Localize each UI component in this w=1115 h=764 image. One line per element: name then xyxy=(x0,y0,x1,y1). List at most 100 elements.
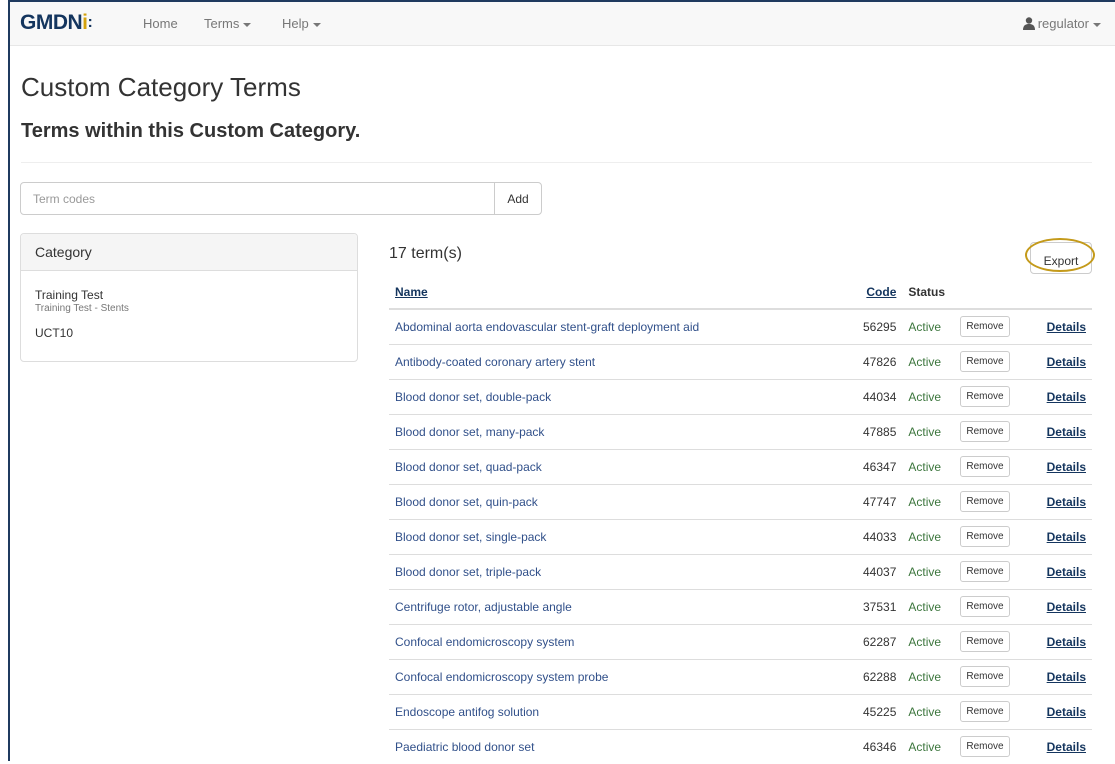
term-status: Active xyxy=(902,343,955,379)
term-code: 37531 xyxy=(857,588,903,624)
details-link[interactable]: Details xyxy=(1047,425,1086,439)
table-header-row: Name Code Status xyxy=(389,276,1092,310)
remove-button[interactable]: Remove xyxy=(960,316,1010,338)
remove-button[interactable]: Remove xyxy=(960,526,1010,547)
term-code: 44034 xyxy=(857,378,903,414)
term-status: Active xyxy=(902,448,955,484)
term-status: Active xyxy=(902,658,955,694)
sort-by-code-link[interactable]: Code xyxy=(866,285,896,299)
table-row: Centrifuge rotor, adjustable angle 37531 A… xyxy=(389,588,1092,624)
nav-terms-dropdown[interactable]: Terms xyxy=(204,16,252,31)
remove-button[interactable]: Remove xyxy=(960,596,1010,617)
table-row: Endoscope antifog solution 45225 Active Rem… xyxy=(389,693,1092,729)
remove-cell: Remove xyxy=(954,378,1019,414)
details-link[interactable]: Details xyxy=(1047,670,1086,684)
nav-help-label: Help xyxy=(282,16,309,31)
term-code: 45225 xyxy=(857,693,903,729)
details-link[interactable]: Details xyxy=(1047,460,1086,474)
remove-button[interactable]: Remove xyxy=(960,561,1010,582)
category-panel-body: Training Test Training Test - Stents UCT… xyxy=(21,271,357,354)
category-panel-heading: Category xyxy=(21,234,357,271)
column-header-code[interactable]: Code xyxy=(857,276,903,310)
remove-button[interactable]: Remove xyxy=(960,421,1010,442)
brand-dots: : xyxy=(87,14,93,31)
details-link[interactable]: Details xyxy=(1047,740,1086,754)
category-subtitle: Training Test - Stents xyxy=(35,303,129,314)
brand-accent: i xyxy=(82,11,88,34)
table-row: Confocal endomicroscopy system 62287 Activ… xyxy=(389,623,1092,659)
term-name: Confocal endomicroscopy system xyxy=(389,623,857,659)
table-row: Blood donor set, quad-pack 46347 Active Rem… xyxy=(389,448,1092,484)
details-cell: Details xyxy=(1018,378,1092,414)
remove-button[interactable]: Remove xyxy=(960,386,1010,407)
navbar: GMDNi: Home Terms Help regulator xyxy=(10,2,1115,46)
details-link[interactable]: Details xyxy=(1047,635,1086,649)
details-link[interactable]: Details xyxy=(1047,495,1086,509)
term-name: Abdominal aorta endovascular stent-graft… xyxy=(389,308,857,344)
brand-text: GMDN xyxy=(20,11,83,34)
column-header-name[interactable]: Name xyxy=(389,276,857,310)
table-row: Blood donor set, many-pack 47885 Active Rem… xyxy=(389,413,1092,449)
term-name: Endoscope antifog solution xyxy=(389,693,857,729)
remove-button[interactable]: Remove xyxy=(960,631,1010,652)
remove-button[interactable]: Remove xyxy=(960,351,1010,372)
category-name: Training Test xyxy=(35,288,104,302)
nav-help-dropdown[interactable]: Help xyxy=(282,16,321,31)
remove-cell: Remove xyxy=(954,413,1019,449)
details-link[interactable]: Details xyxy=(1047,600,1086,614)
table-row: Blood donor set, triple-pack 44037 Active R… xyxy=(389,553,1092,589)
remove-cell: Remove xyxy=(954,343,1019,379)
term-name: Blood donor set, single-pack xyxy=(389,518,857,554)
table-row: Blood donor set, double-pack 44034 Active R… xyxy=(389,378,1092,414)
remove-cell: Remove xyxy=(954,588,1019,624)
remove-cell: Remove xyxy=(954,483,1019,519)
details-link[interactable]: Details xyxy=(1047,565,1086,579)
remove-button[interactable]: Remove xyxy=(960,666,1010,687)
details-link[interactable]: Details xyxy=(1047,355,1086,369)
user-menu-dropdown[interactable]: regulator xyxy=(1022,16,1101,31)
remove-button[interactable]: Remove xyxy=(960,456,1010,477)
term-code: 46346 xyxy=(857,728,903,764)
divider xyxy=(21,162,1092,163)
details-link[interactable]: Details xyxy=(1047,320,1086,334)
term-code: 44033 xyxy=(857,518,903,554)
table-row: Antibody-coated coronary artery stent 478… xyxy=(389,343,1092,379)
details-link[interactable]: Details xyxy=(1047,705,1086,719)
remove-cell: Remove xyxy=(954,553,1019,589)
nav-home-link[interactable]: Home xyxy=(143,16,178,31)
term-name: Antibody-coated coronary artery stent xyxy=(389,343,857,379)
user-icon xyxy=(1022,17,1035,30)
remove-cell: Remove xyxy=(954,728,1019,764)
column-header-status: Status xyxy=(902,276,955,310)
table-row: Blood donor set, single-pack 44033 Active R… xyxy=(389,518,1092,554)
details-link[interactable]: Details xyxy=(1047,530,1086,544)
remove-button[interactable]: Remove xyxy=(960,491,1010,512)
term-name: Blood donor set, quin-pack xyxy=(389,483,857,519)
term-status: Active xyxy=(902,623,955,659)
details-cell: Details xyxy=(1018,728,1092,764)
brand-logo[interactable]: GMDNi: xyxy=(20,11,93,35)
table-row: Abdominal aorta endovascular stent-graft… xyxy=(389,308,1092,344)
remove-button[interactable]: Remove xyxy=(960,736,1010,758)
remove-cell: Remove xyxy=(954,623,1019,659)
category-panel: Category Training Test Training Test - S… xyxy=(20,233,358,362)
page-subtitle: Terms within this Custom Category. xyxy=(21,120,361,142)
chevron-down-icon xyxy=(1093,22,1101,27)
remove-cell: Remove xyxy=(954,693,1019,729)
term-code: 47885 xyxy=(857,413,903,449)
remove-button[interactable]: Remove xyxy=(960,701,1010,722)
page-title: Custom Category Terms xyxy=(21,72,301,102)
details-link[interactable]: Details xyxy=(1047,390,1086,404)
nav-terms-label: Terms xyxy=(204,16,240,31)
column-header-remove xyxy=(954,276,1019,310)
column-header-details xyxy=(1018,276,1092,310)
export-button[interactable]: Export xyxy=(1030,242,1092,274)
add-button[interactable]: Add xyxy=(494,182,542,215)
term-codes-input[interactable] xyxy=(20,182,495,215)
details-cell: Details xyxy=(1018,448,1092,484)
sort-by-name-link[interactable]: Name xyxy=(395,285,428,299)
table-row: Blood donor set, quin-pack 47747 Active Rem… xyxy=(389,483,1092,519)
details-cell: Details xyxy=(1018,588,1092,624)
term-status: Active xyxy=(902,693,955,729)
term-status: Active xyxy=(902,413,955,449)
